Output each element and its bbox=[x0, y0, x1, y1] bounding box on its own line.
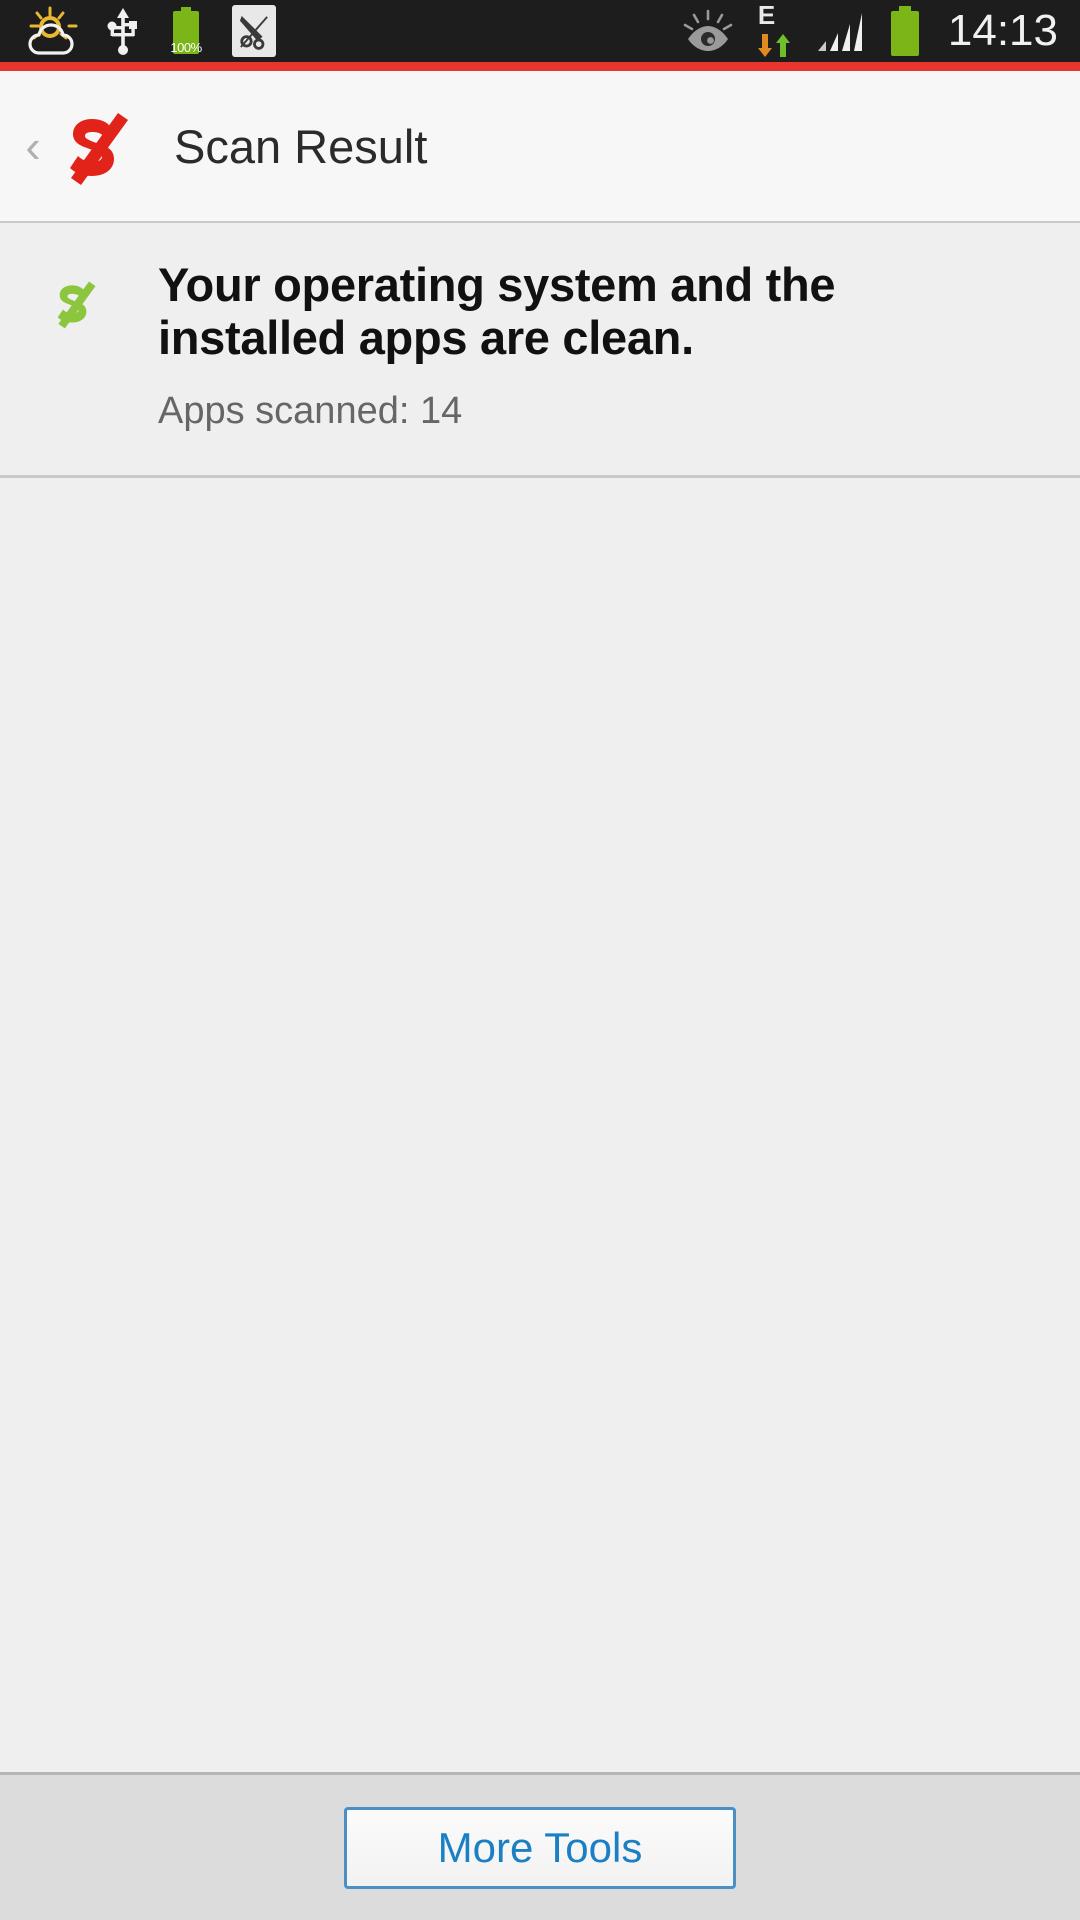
edge-data-icon: E bbox=[752, 2, 798, 58]
screenshot-capture-icon bbox=[232, 5, 276, 57]
status-bar-left-icons: 100% bbox=[26, 5, 276, 57]
scan-clean-logo-icon bbox=[46, 275, 102, 331]
status-bar: 100% E 14:13 bbox=[0, 0, 1080, 62]
apps-scanned-label: Apps scanned: 14 bbox=[158, 390, 463, 433]
battery-charge-icon: 100% bbox=[166, 6, 206, 56]
signal-bars-icon bbox=[816, 9, 868, 53]
weather-cloud-sun-icon bbox=[26, 6, 80, 56]
app-header: ‹ Scan Result bbox=[0, 71, 1080, 223]
app-screen: 100% E 14:13 ‹ Scan Result Your operatin… bbox=[0, 0, 1080, 1920]
status-bar-right-icons: E 14:13 bbox=[682, 2, 1058, 58]
accent-line bbox=[0, 62, 1080, 71]
battery-icon bbox=[886, 6, 924, 56]
more-tools-button[interactable]: More Tools bbox=[344, 1806, 736, 1889]
status-bar-clock: 14:13 bbox=[947, 6, 1058, 55]
smart-stay-eye-icon bbox=[682, 9, 734, 53]
battery-percent-label: 100% bbox=[170, 40, 202, 55]
back-chevron-icon[interactable]: ‹ bbox=[10, 71, 56, 221]
bottom-action-bar: More Tools bbox=[0, 1772, 1080, 1920]
app-logo-red-icon[interactable] bbox=[52, 103, 138, 189]
scan-result-card: Your operating system and the installed … bbox=[0, 223, 1080, 479]
scan-result-headline: Your operating system and the installed … bbox=[158, 258, 836, 364]
content-area bbox=[0, 478, 1080, 1772]
page-title: Scan Result bbox=[174, 119, 428, 173]
usb-icon bbox=[106, 6, 140, 56]
scan-result-text-block: Your operating system and the installed … bbox=[158, 258, 838, 433]
